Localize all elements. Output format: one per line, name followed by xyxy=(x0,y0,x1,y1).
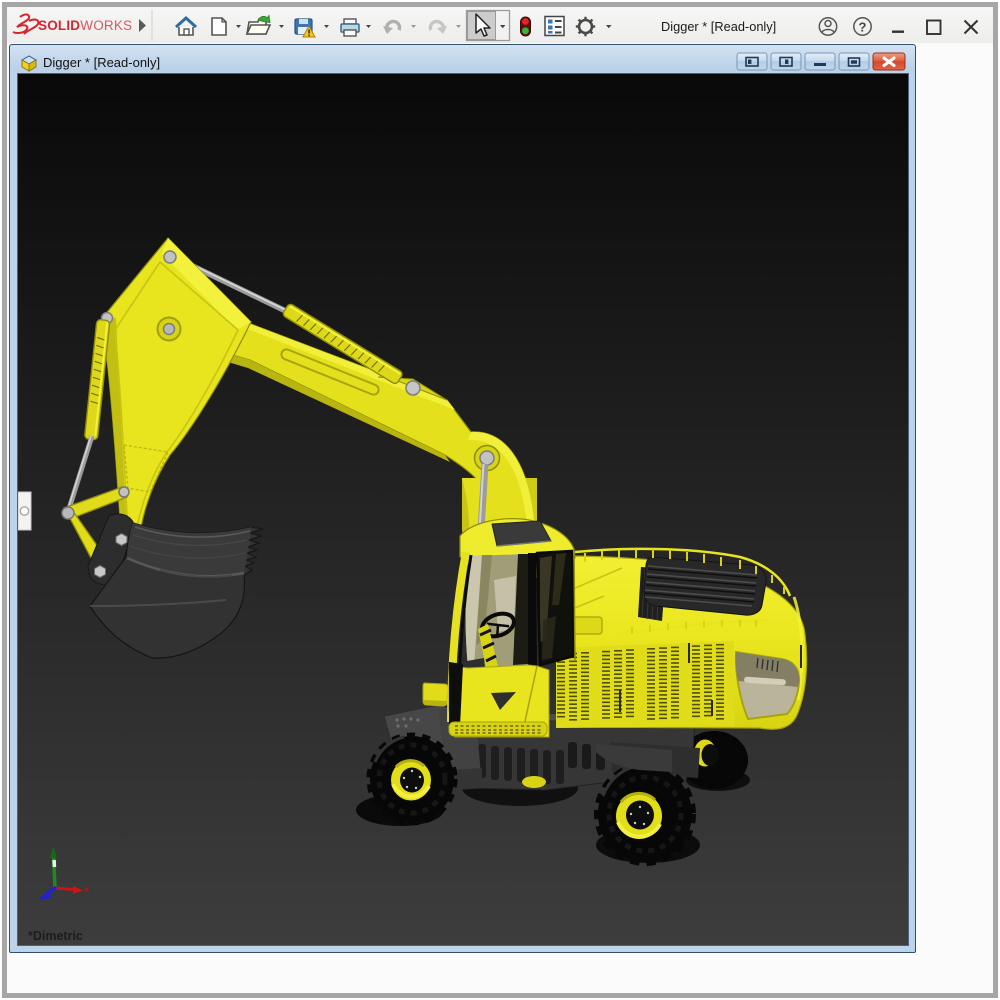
svg-text:Digger * [Read-only]: Digger * [Read-only] xyxy=(661,19,776,34)
svg-text:Digger * [Read-only]: Digger * [Read-only] xyxy=(43,55,160,70)
svg-text:?: ? xyxy=(859,20,867,35)
svg-text:*Dimetric: *Dimetric xyxy=(28,929,83,943)
